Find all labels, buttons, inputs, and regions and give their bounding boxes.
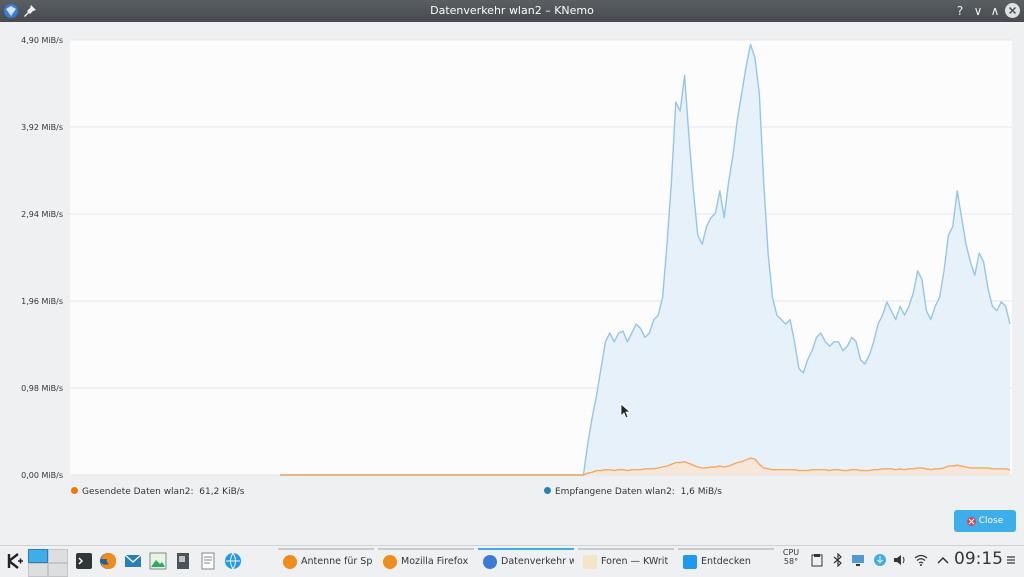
pager-desktop-3[interactable]: [28, 563, 48, 577]
task-antenne[interactable]: Antenne für Sp: [278, 548, 374, 575]
close-button[interactable]: Close: [954, 510, 1016, 532]
task-firefox[interactable]: Mozilla Firefox: [378, 548, 474, 575]
y-tick-label: 4,90 MiB/s: [21, 36, 63, 45]
window-close-button[interactable]: [1005, 3, 1020, 18]
task-kwrite[interactable]: Foren — KWrit: [578, 548, 674, 575]
text-editor-icon[interactable]: [197, 550, 219, 572]
received-dot: [544, 487, 551, 494]
minimize-button[interactable]: ∨: [970, 2, 986, 20]
firefox-icon: [383, 555, 397, 569]
pager-desktop-4[interactable]: [48, 563, 68, 577]
y-tick-label: 0,98 MiB/s: [21, 384, 63, 393]
traffic-chart: 4,90 MiB/s 3,92 MiB/s 2,94 MiB/s 1,96 MiB/s…: [21, 36, 1012, 480]
y-axis-labels: 4,90 MiB/s 3,92 MiB/s 2,94 MiB/s 1,96 MiB/s…: [21, 36, 63, 480]
y-tick-label: 1,96 MiB/s: [21, 297, 63, 306]
mouse-cursor-icon: [620, 403, 632, 419]
mail-icon[interactable]: [122, 550, 144, 572]
y-tick-label: 3,92 MiB/s: [21, 123, 63, 132]
task-label: Foren — KWrit: [601, 556, 669, 567]
close-icon: [966, 516, 976, 526]
pager[interactable]: [28, 549, 68, 577]
image-viewer-icon[interactable]: [147, 550, 169, 572]
close-button-label: Close: [978, 516, 1004, 526]
task-indicator-active: [478, 548, 574, 550]
help-button[interactable]: ?: [952, 2, 968, 20]
traffic-window-content: 4,90 MiB/s 3,92 MiB/s 2,94 MiB/s 1,96 MiB/s…: [0, 22, 1024, 545]
globe-icon[interactable]: [222, 550, 244, 572]
knemo-icon: [483, 555, 497, 569]
window-title: Datenverkehr wlan2 – KNemo: [430, 4, 594, 17]
y-tick-label: 2,94 MiB/s: [21, 210, 63, 219]
legend-received-label: Empfangene Daten wlan2:: [555, 487, 675, 497]
task-entdecken[interactable]: Entdecken: [678, 548, 774, 575]
task-label: Antenne für Sp: [301, 556, 373, 567]
legend-sent: Gesendete Daten wlan2: 61,2 KiB/s: [71, 486, 244, 498]
legend-received-value: 1,6 MiB/s: [680, 487, 722, 497]
title-bar[interactable]: Datenverkehr wlan2 – KNemo ? ∨ ∧: [0, 0, 1024, 22]
cpu-monitor[interactable]: CPU 58°: [781, 548, 801, 566]
close-x-icon: [1008, 6, 1017, 15]
cpu-label: CPU: [782, 548, 800, 557]
document-viewer-icon[interactable]: [172, 550, 194, 572]
y-tick-label: 0,00 MiB/s: [21, 471, 63, 480]
application-launcher-icon[interactable]: [4, 550, 26, 572]
discover-icon: [683, 555, 697, 569]
cpu-temp: 58°: [783, 557, 799, 566]
task-label: Mozilla Firefox: [401, 556, 469, 567]
task-label: Entdecken: [701, 556, 751, 567]
pager-desktop-1[interactable]: [28, 549, 48, 563]
terminal-icon[interactable]: [73, 550, 95, 572]
volume-icon[interactable]: [893, 553, 907, 567]
updates-icon[interactable]: [873, 553, 887, 567]
kwrite-icon: [583, 555, 597, 569]
sent-dot: [71, 487, 78, 494]
task-indicator: [578, 548, 674, 550]
legend-sent-value: 61,2 KiB/s: [199, 487, 245, 497]
task-indicator: [278, 548, 374, 550]
menu-icon[interactable]: [1004, 553, 1018, 567]
task-indicator: [678, 548, 774, 550]
legend-received: Empfangene Daten wlan2: 1,6 MiB/s: [544, 486, 722, 498]
task-datenverkehr[interactable]: Datenverkehr w: [478, 548, 574, 575]
chevron-up-icon[interactable]: [936, 553, 950, 567]
clipboard-icon[interactable]: [810, 553, 824, 567]
taskbar: Antenne für Sp Mozilla Firefox Datenverk…: [0, 545, 1024, 577]
clock[interactable]: 09:15: [954, 549, 1003, 569]
pager-desktop-2[interactable]: [48, 549, 68, 563]
bluetooth-icon[interactable]: [831, 553, 845, 567]
wifi-icon[interactable]: [914, 553, 928, 567]
maximize-button[interactable]: ∧: [987, 2, 1003, 20]
task-indicator: [378, 548, 474, 550]
task-label: Datenverkehr w: [501, 556, 574, 567]
firefox-icon: [283, 555, 297, 569]
legend-sent-label: Gesendete Daten wlan2:: [82, 487, 194, 497]
firefox-icon[interactable]: [97, 550, 119, 572]
display-icon[interactable]: [851, 553, 865, 567]
